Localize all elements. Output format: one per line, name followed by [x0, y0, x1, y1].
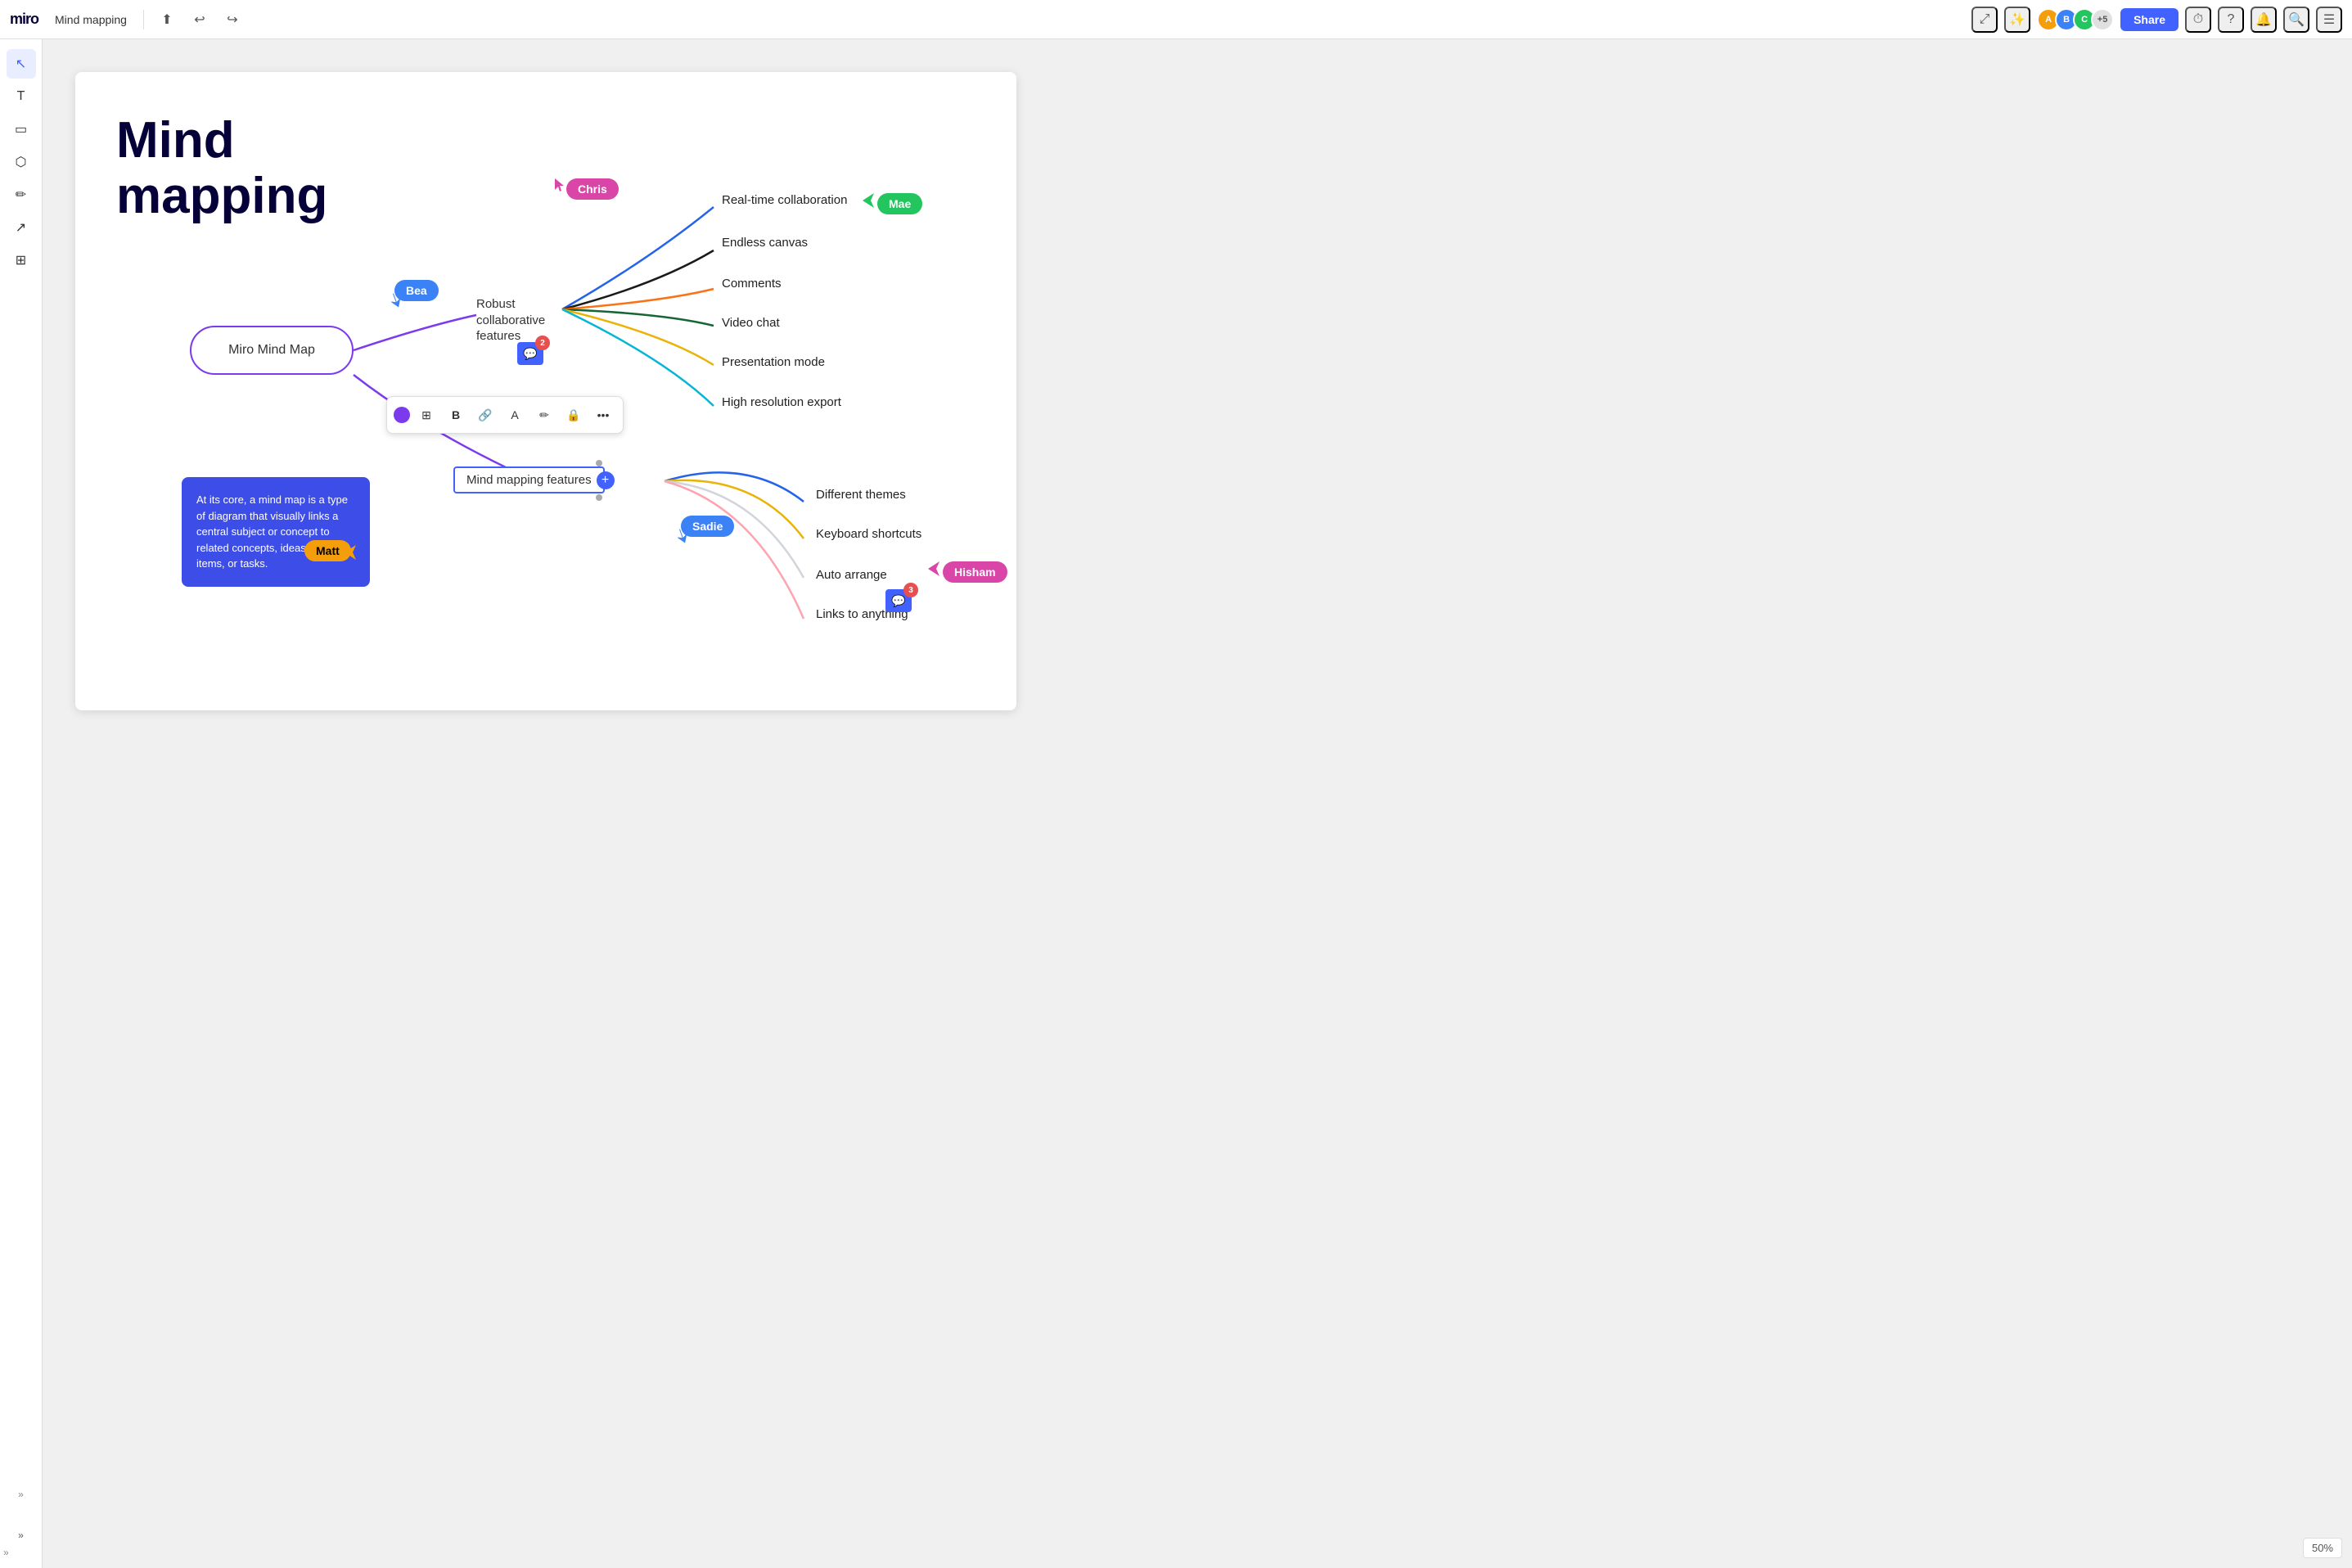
- cursor-hisham: Hisham: [943, 561, 1007, 583]
- text-tool[interactable]: T: [7, 82, 36, 111]
- redo-button[interactable]: ↪: [219, 7, 246, 33]
- left-toolbar: ↖ T ▭ ⬡ ✏ ↗ ⊞ » »: [0, 39, 43, 1568]
- expand-tools[interactable]: »: [7, 1480, 36, 1509]
- board: Mind mapping Miro Mind Map Robust collab…: [75, 72, 1016, 710]
- cursor-sadie: Sadie: [681, 516, 734, 537]
- sidebar-toggle[interactable]: »: [0, 1522, 43, 1548]
- leaf-2: Endless canvas: [722, 236, 808, 250]
- color-picker-button[interactable]: [394, 407, 410, 423]
- timer-button[interactable]: ⏱: [2185, 7, 2211, 33]
- leaf-b3: Auto arrange: [816, 568, 887, 582]
- connector-dot-top[interactable]: [596, 460, 602, 466]
- share-button[interactable]: Share: [2120, 8, 2179, 31]
- cursor-matt-label: Matt: [304, 540, 351, 561]
- connector-dot-bottom[interactable]: [596, 494, 602, 501]
- brush-button[interactable]: ✏: [531, 402, 557, 428]
- leaf-b2: Keyboard shortcuts: [816, 527, 921, 541]
- upload-button[interactable]: ⬆: [154, 7, 180, 33]
- cursor-bea-label: Bea: [394, 280, 439, 301]
- info-box: At its core, a mind map is a type of dia…: [182, 477, 370, 587]
- text-color-button[interactable]: A: [502, 402, 528, 428]
- cursor-mae-label: Mae: [877, 193, 922, 214]
- selected-node[interactable]: Mind mapping features +: [453, 466, 605, 493]
- cursor-sadie-label: Sadie: [681, 516, 734, 537]
- avatar-count: +5: [2091, 8, 2114, 31]
- note-tool[interactable]: ▭: [7, 115, 36, 144]
- central-node[interactable]: Miro Mind Map: [190, 326, 354, 375]
- collab-avatars: A B C +5: [2037, 8, 2114, 31]
- central-node-label: Miro Mind Map: [228, 343, 315, 358]
- comment-badge-1[interactable]: 💬 2: [517, 342, 543, 365]
- emoji-button[interactable]: ✨: [2004, 7, 2030, 33]
- line-tool[interactable]: ↗: [7, 213, 36, 242]
- selected-node-container: Mind mapping features +: [453, 466, 605, 493]
- cursor-chris-label: Chris: [566, 178, 619, 200]
- cursor-mae: Mae: [877, 193, 922, 214]
- leaf-3: Comments: [722, 277, 782, 291]
- board-name[interactable]: Mind mapping: [48, 10, 133, 29]
- leaf-6: High resolution export: [722, 395, 841, 409]
- leaf-4: Video chat: [722, 316, 780, 330]
- layout-button[interactable]: ⊞: [413, 402, 439, 428]
- floating-toolbar: ⊞ B 🔗 A ✏ 🔒 •••: [386, 396, 624, 434]
- more-button[interactable]: •••: [590, 402, 616, 428]
- board-title: Mind mapping: [116, 113, 327, 224]
- bold-button[interactable]: B: [443, 402, 469, 428]
- add-child-button[interactable]: +: [597, 471, 615, 489]
- search-button[interactable]: 🔍: [2283, 7, 2309, 33]
- undo-button[interactable]: ↩: [187, 7, 213, 33]
- comment-count-2: 3: [903, 583, 918, 597]
- comment-icon-2: 💬 3: [885, 589, 912, 612]
- cursor-matt: Matt: [304, 540, 351, 561]
- select-tool[interactable]: ↖: [7, 49, 36, 79]
- selected-node-text: Mind mapping features: [466, 473, 592, 487]
- comment-icon-1: 💬 2: [517, 342, 543, 365]
- cursor-chris: Chris: [566, 178, 619, 200]
- branch1-label: Robust collaborative features: [476, 296, 583, 345]
- cursor-bea: Bea: [394, 280, 439, 301]
- notifications-button[interactable]: 🔔: [2251, 7, 2277, 33]
- comment-badge-2[interactable]: 💬 3: [885, 589, 912, 612]
- cursor-hisham-label: Hisham: [943, 561, 1007, 583]
- topbar-right: ⤢ ✨ A B C +5 Share ⏱ ? 🔔 🔍 ☰: [1971, 7, 2342, 33]
- pen-tool[interactable]: ✏: [7, 180, 36, 210]
- topbar: miro Mind mapping ⬆ ↩ ↪ ⤢ ✨ A B C +5 Sha…: [0, 0, 2352, 39]
- comment-count-1: 2: [535, 336, 550, 350]
- leaf-b1: Different themes: [816, 488, 906, 502]
- miro-logo: miro: [10, 11, 38, 28]
- menu-button[interactable]: ☰: [2316, 7, 2342, 33]
- cursor-tool-button[interactable]: ⤢: [1971, 7, 1998, 33]
- lock-button[interactable]: 🔒: [561, 402, 587, 428]
- leaf-1: Real-time collaboration: [722, 193, 847, 207]
- frame-tool[interactable]: ⊞: [7, 246, 36, 275]
- help-button[interactable]: ?: [2218, 7, 2244, 33]
- leaf-5: Presentation mode: [722, 355, 825, 369]
- link-button[interactable]: 🔗: [472, 402, 498, 428]
- canvas: Mind mapping Miro Mind Map Robust collab…: [43, 39, 2352, 1568]
- zoom-indicator: 50%: [2303, 1538, 2342, 1558]
- separator: [143, 10, 144, 29]
- shapes-tool[interactable]: ⬡: [7, 147, 36, 177]
- sidebar-expand-button[interactable]: »: [3, 1547, 9, 1558]
